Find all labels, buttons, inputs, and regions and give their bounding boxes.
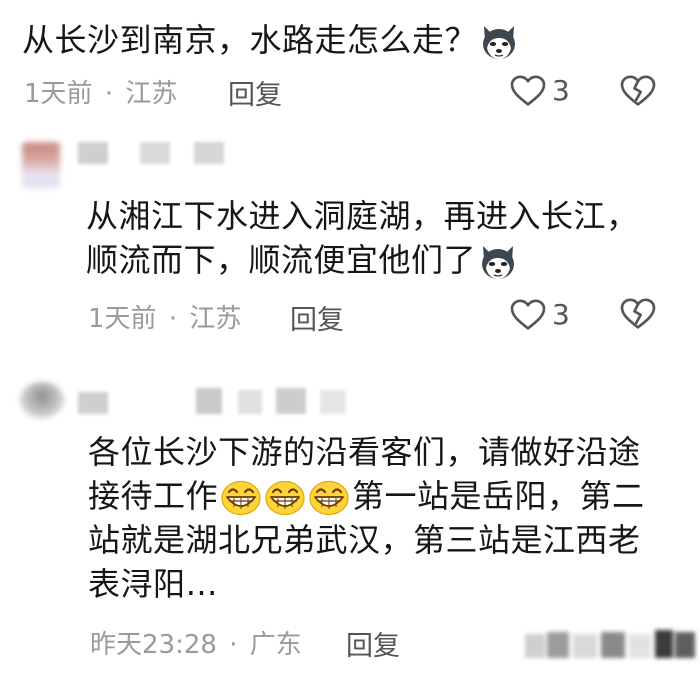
comment-3-line-1: 各位长沙下游的沿看客们，请做好沿途	[88, 433, 641, 471]
meta-separator: ·	[229, 630, 238, 660]
comment-2-reply-button[interactable]: 回复	[290, 298, 344, 337]
comment-3-line-3: 站就是湖北兄弟武汉，第三站是江西老	[88, 521, 641, 559]
comment-3: 各位长沙下游的沿看客们，请做好沿途 接待工作 第一站是岳阳，第二 站就是湖北兄弟武…	[0, 430, 700, 670]
username-blurred[interactable]	[78, 142, 108, 164]
comment-2-time: 1天前	[88, 304, 157, 334]
comment-1-reply-button[interactable]: 回复	[228, 73, 282, 112]
dislike-icon[interactable]	[620, 298, 656, 330]
username-blurred-2	[140, 142, 170, 164]
comment-3-line-2a: 接待工作	[88, 477, 219, 515]
grinning-icon	[220, 480, 262, 516]
comment-2-location: 江苏	[189, 304, 242, 334]
comment-3-line-4: 表浔阳…	[88, 565, 219, 603]
comment-2-meta: 1天前 · 江苏	[88, 298, 241, 335]
comment-3-time: 昨天23:28	[90, 630, 217, 660]
husky-icon	[479, 22, 519, 62]
comment-3-location: 广东	[249, 630, 302, 660]
dislike-icon[interactable]	[620, 75, 656, 107]
comment-1-location: 江苏	[125, 79, 178, 109]
comment-3-line-2b: 第一站是岳阳，第二	[352, 477, 645, 515]
username-blurred-4	[276, 388, 306, 414]
heart-icon	[510, 299, 546, 331]
username-blurred-5	[320, 390, 346, 414]
comment-2-like-count: 3	[552, 298, 570, 331]
comment-1-like-button[interactable]: 3	[510, 74, 580, 110]
meta-separator: ·	[104, 79, 114, 109]
heart-icon	[510, 75, 546, 107]
username-blurred-2	[196, 388, 222, 414]
username-blurred-3	[238, 390, 262, 414]
comment-2-like-button[interactable]: 3	[510, 298, 580, 334]
avatar[interactable]	[22, 142, 60, 188]
comment-3-text: 各位长沙下游的沿看客们，请做好沿途 接待工作 第一站是岳阳，第二 站就是湖北兄弟武…	[88, 430, 645, 606]
meta-separator: ·	[168, 304, 178, 334]
avatar[interactable]	[20, 382, 64, 418]
grinning-icon	[264, 480, 306, 516]
comment-1-line-1: 从长沙到南京，水路走怎么走？	[22, 21, 478, 59]
grinning-icon	[308, 480, 350, 516]
husky-icon	[478, 242, 518, 282]
comment-2-line-2: 顺流而下，顺流便宜他们了	[86, 241, 477, 279]
comment-3-line-2-wrap: 接待工作 第一站是岳阳，第二	[88, 474, 645, 518]
comment-3-meta: 昨天23:28 · 广东	[90, 624, 302, 661]
comment-1: 从长沙到南京，水路走怎么走？ 1天前 · 江苏 回复 3	[0, 0, 700, 120]
comment-1-like-count: 3	[552, 74, 570, 107]
comment-2: 从湘江下水进入洞庭湖，再进入长江， 顺流而下，顺流便宜他们了 1天前 · 江苏 …	[0, 190, 700, 340]
comment-1-time: 1天前	[24, 79, 93, 109]
comment-1-text: 从长沙到南京，水路走怎么走？	[22, 18, 519, 62]
comment-3-reply-button[interactable]: 回复	[346, 624, 400, 663]
comment-2-text: 从湘江下水进入洞庭湖，再进入长江， 顺流而下，顺流便宜他们了	[86, 194, 639, 282]
username-blurred[interactable]	[78, 392, 108, 414]
comment-2-line-2-wrap: 顺流而下，顺流便宜他们了	[86, 238, 639, 282]
comment-1-meta: 1天前 · 江苏	[24, 73, 177, 110]
username-blurred-3	[194, 142, 224, 164]
comment-2-line-1: 从湘江下水进入洞庭湖，再进入长江，	[86, 197, 639, 235]
watermark-blurred	[525, 626, 697, 662]
